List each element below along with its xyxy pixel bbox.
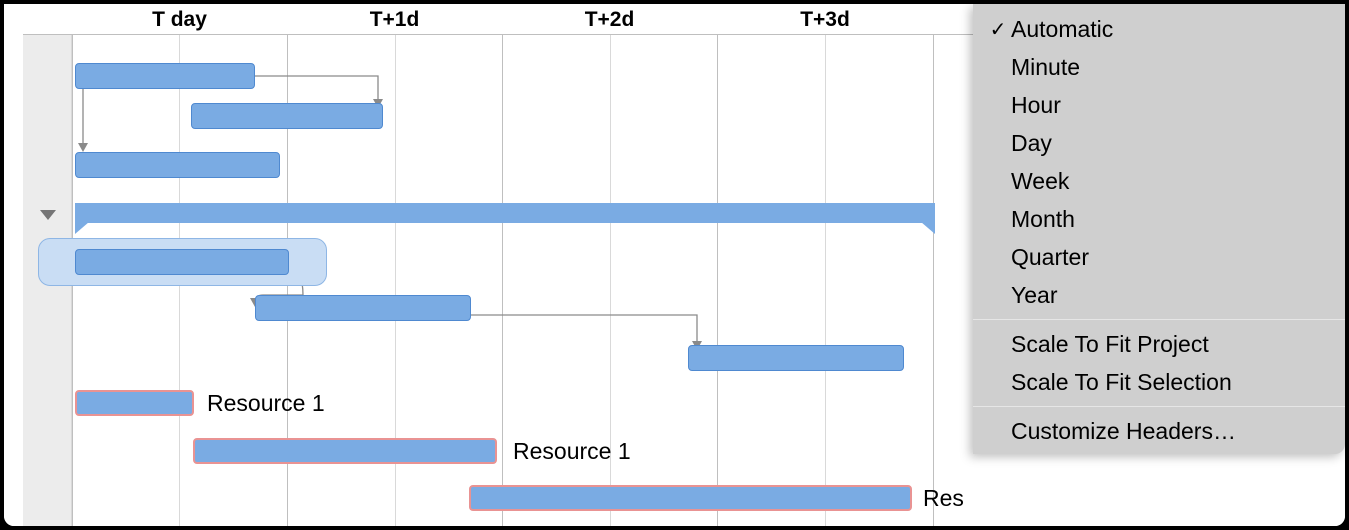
time-col-2: T+2d: [502, 4, 717, 35]
menu-item-year[interactable]: Year: [973, 276, 1345, 314]
menu-separator: [973, 319, 1345, 320]
menu-item-week[interactable]: Week: [973, 162, 1345, 200]
task-bar[interactable]: [255, 295, 471, 321]
left-edge: [4, 4, 23, 526]
menu-item-day[interactable]: Day: [973, 124, 1345, 162]
menu-item-quarter[interactable]: Quarter: [973, 238, 1345, 276]
menu-item-label: Customize Headers…: [1011, 418, 1327, 445]
menu-item-label: Scale To Fit Selection: [1011, 369, 1327, 396]
resource-label: Resource 1: [207, 390, 325, 417]
menu-item-label: Week: [1011, 168, 1327, 195]
task-bar-selected[interactable]: [75, 249, 289, 275]
resource-label: Resource 1: [513, 438, 631, 465]
gantt-area[interactable]: T day T+1d T+2d T+3d ＋: [23, 4, 1345, 526]
gantt-window: T day T+1d T+2d T+3d ＋: [4, 4, 1345, 526]
resource-label-truncated: Res: [923, 485, 964, 512]
check-icon: ✓: [985, 17, 1011, 42]
task-bar[interactable]: [688, 345, 904, 371]
time-col-1: T+1d: [287, 4, 502, 35]
disclosure-triangle-icon[interactable]: [40, 210, 56, 220]
summary-bar[interactable]: [75, 203, 935, 223]
menu-item-label: Day: [1011, 130, 1327, 157]
timescale-menu: ✓ Automatic Minute Hour Day Week Mont: [973, 4, 1345, 454]
menu-item-label: Quarter: [1011, 244, 1327, 271]
resource-bar[interactable]: [75, 390, 194, 416]
resource-bar[interactable]: [469, 485, 912, 511]
menu-item-label: Minute: [1011, 54, 1327, 81]
menu-item-label: Year: [1011, 282, 1327, 309]
menu-item-label: Month: [1011, 206, 1327, 233]
menu-separator: [973, 406, 1345, 407]
time-col-0: T day: [72, 4, 287, 35]
menu-item-label: Automatic: [1011, 16, 1327, 43]
menu-item-customize-headers[interactable]: Customize Headers…: [973, 412, 1345, 450]
task-bar[interactable]: [75, 63, 255, 89]
menu-item-scale-fit-selection[interactable]: Scale To Fit Selection: [973, 363, 1345, 401]
menu-item-hour[interactable]: Hour: [973, 86, 1345, 124]
task-bar[interactable]: [191, 103, 383, 129]
menu-item-label: Scale To Fit Project: [1011, 331, 1327, 358]
menu-item-minute[interactable]: Minute: [973, 48, 1345, 86]
time-col-3: T+3d: [717, 4, 933, 35]
menu-item-scale-fit-project[interactable]: Scale To Fit Project: [973, 325, 1345, 363]
menu-item-label: Hour: [1011, 92, 1327, 119]
task-bar[interactable]: [75, 152, 280, 178]
menu-item-automatic[interactable]: ✓ Automatic: [973, 10, 1345, 48]
resource-bar[interactable]: [193, 438, 497, 464]
menu-item-month[interactable]: Month: [973, 200, 1345, 238]
